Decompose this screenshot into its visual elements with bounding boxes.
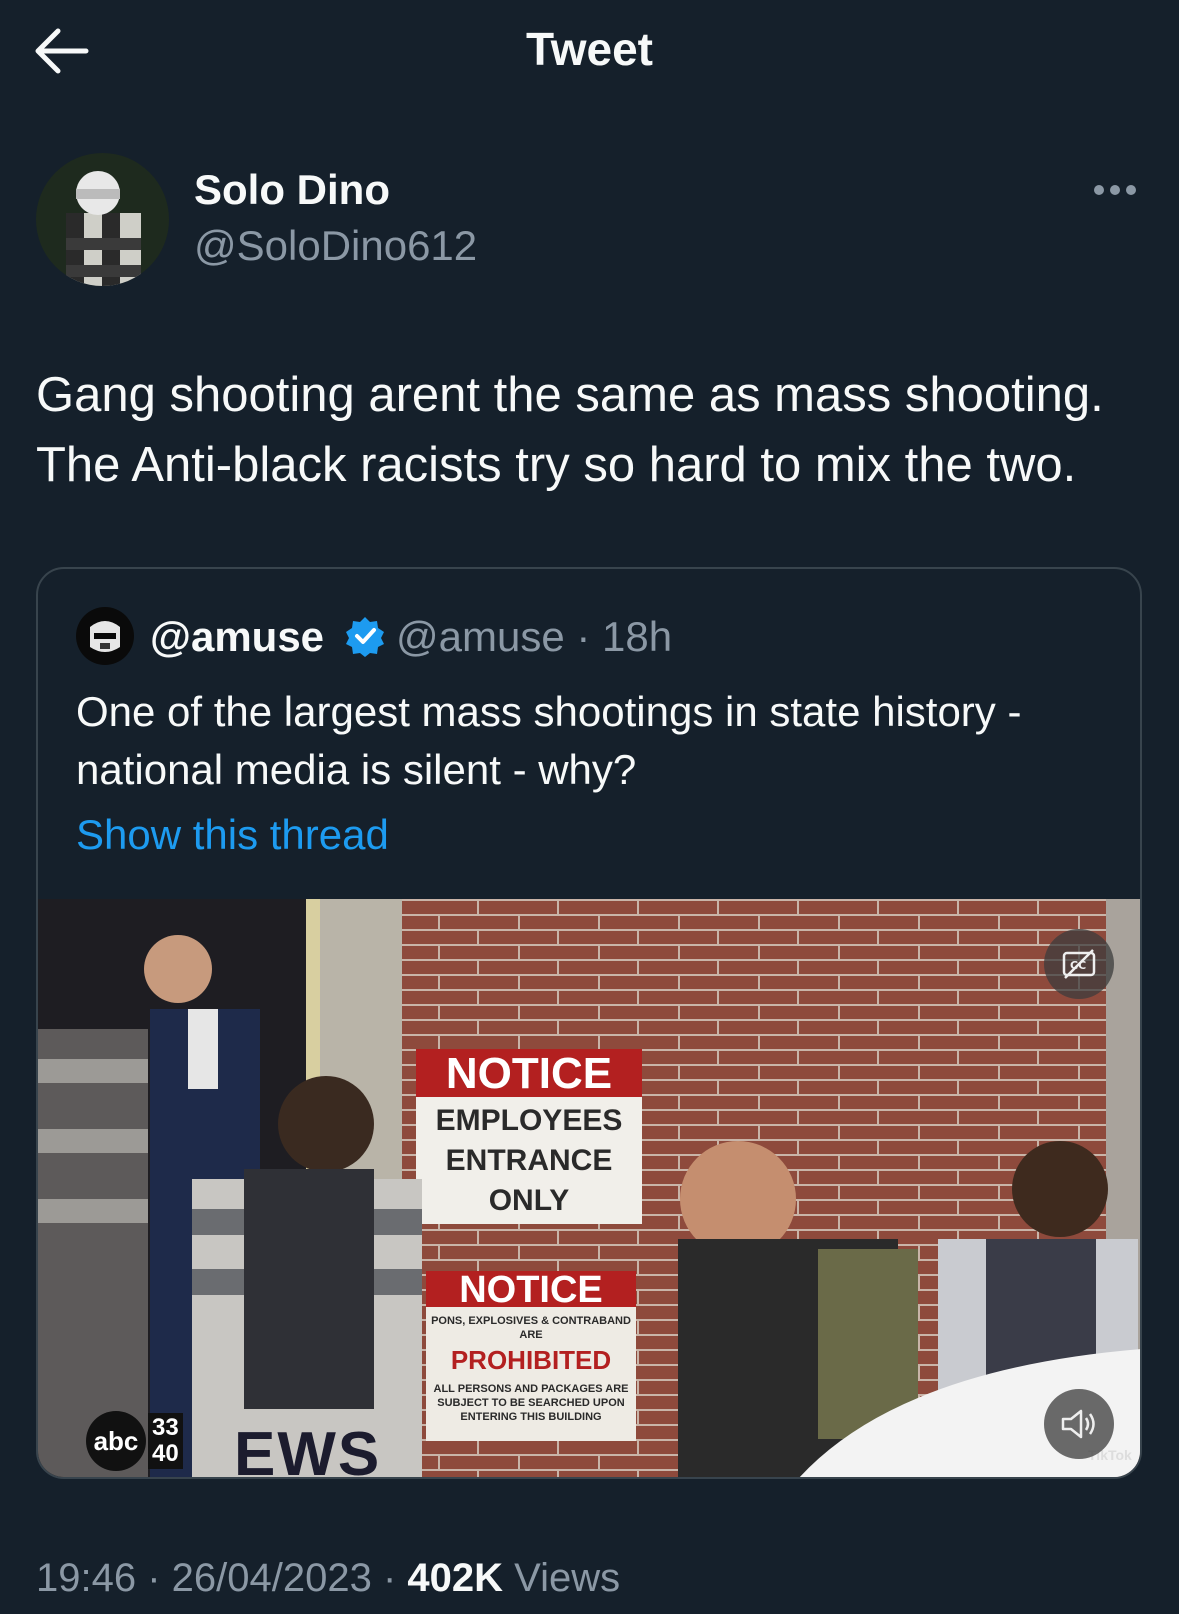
page-title: Tweet: [526, 23, 653, 75]
top-bar: Tweet: [0, 0, 1179, 100]
views-label: Views: [503, 1556, 621, 1600]
more-options-button[interactable]: [1088, 170, 1142, 210]
quote-text: One of the largest mass shootings in sta…: [76, 683, 1116, 799]
tweet-text: Gang shooting arent the same as mass sho…: [36, 360, 1156, 500]
verified-badge-icon: [346, 617, 384, 657]
sign-line: ONLY: [488, 1184, 570, 1217]
captions-off-icon: CC: [1062, 949, 1096, 979]
quote-display-name[interactable]: @amuse: [150, 613, 324, 661]
quoted-tweet[interactable]: @amuse @amuse · 18h One of the largest m…: [36, 567, 1142, 1479]
show-thread-link[interactable]: Show this thread: [76, 811, 389, 859]
tweet-meta: 19:46 · 26/04/2023 · 402K Views: [36, 1556, 620, 1601]
sign-line: ENTERING THIS BUILDING: [460, 1411, 602, 1423]
avatar[interactable]: [36, 153, 169, 286]
more-icon: [1094, 185, 1136, 195]
video-thumbnail[interactable]: NOTICE EMPLOYEES ENTRANCE ONLY NOTICE PO…: [38, 899, 1140, 1479]
quote-text-line: One of the largest mass shootings in sta…: [76, 688, 1022, 735]
tweet-text-line: Gang shooting arent the same as mass sho…: [36, 368, 1104, 422]
display-name[interactable]: Solo Dino: [194, 166, 390, 214]
abc-logo-text: abc: [86, 1411, 146, 1471]
sign-title: NOTICE: [445, 1049, 613, 1098]
quote-text-line: national media is silent - why?: [76, 746, 637, 793]
channel-number: 33 40: [148, 1413, 183, 1469]
captions-button[interactable]: CC: [1044, 929, 1114, 999]
sign-line: ENTRANCE: [445, 1144, 613, 1177]
views-count[interactable]: 402K: [407, 1556, 503, 1600]
sign-line: ARE: [519, 1329, 543, 1341]
sign-line: ALL PERSONS AND PACKAGES ARE: [433, 1383, 629, 1395]
quote-handle-time: @amuse · 18h: [396, 613, 673, 660]
quote-avatar[interactable]: [76, 607, 134, 665]
timestamp: 19:46 · 26/04/2023 ·: [36, 1556, 408, 1600]
sign-line: PROHIBITED: [450, 1345, 612, 1375]
volume-muted-icon: [1061, 1409, 1095, 1439]
tweet-text-line: The Anti-black racists try so hard to mi…: [36, 438, 1077, 492]
volume-button[interactable]: [1044, 1389, 1114, 1459]
sign-title: NOTICE: [459, 1269, 603, 1311]
sign-line: PONS, EXPLOSIVES & CONTRABAND: [431, 1315, 631, 1327]
news-banner: EWS: [234, 1420, 382, 1479]
sign-line: EMPLOYEES: [435, 1104, 623, 1137]
abc-logo: abc 33 40: [86, 1411, 183, 1471]
user-handle[interactable]: @SoloDino612: [194, 222, 477, 270]
sign-line: SUBJECT TO BE SEARCHED UPON: [437, 1397, 625, 1409]
